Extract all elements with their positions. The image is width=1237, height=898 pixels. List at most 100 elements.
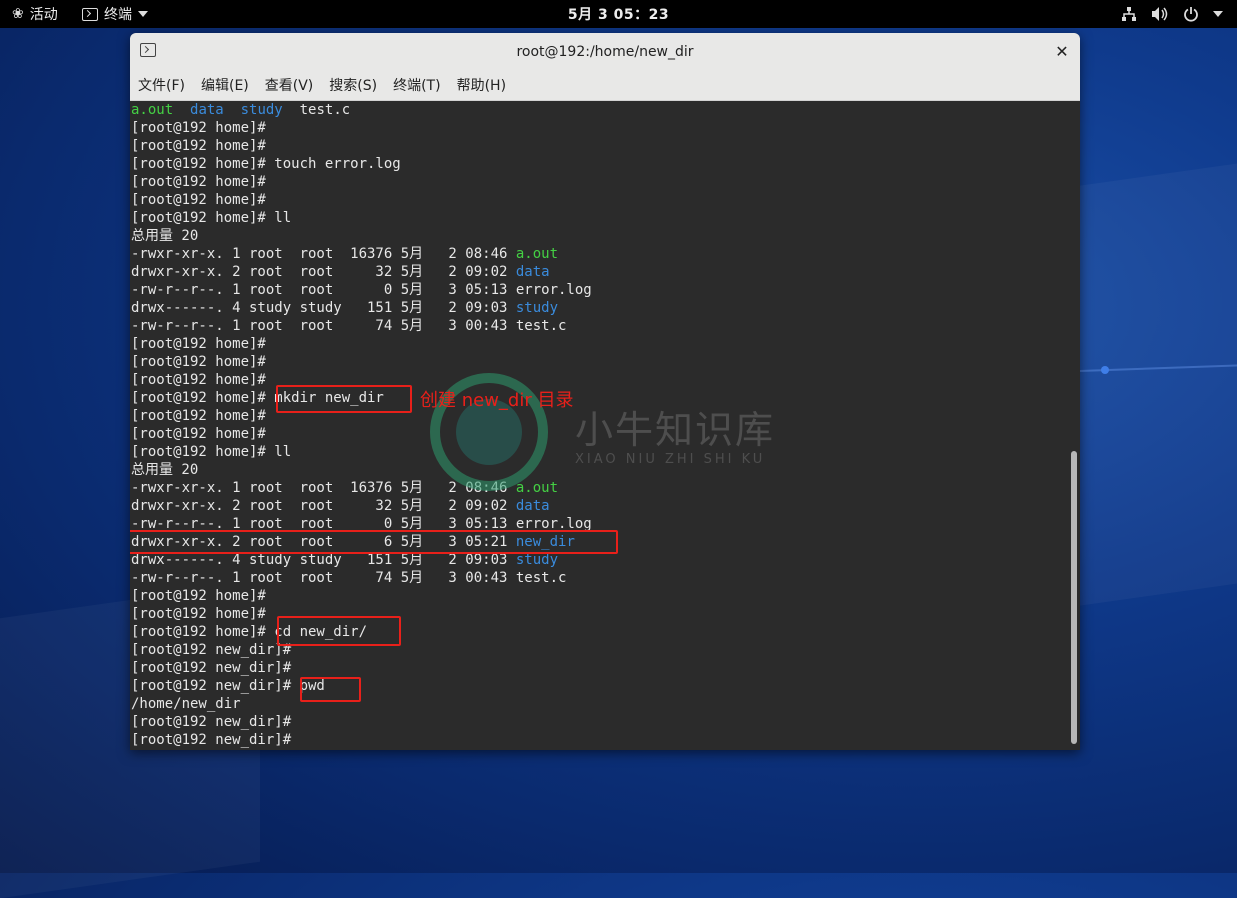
terminal-text: [root@192 new_dir]# xyxy=(131,660,292,676)
terminal-line: /home/new_dir xyxy=(131,695,241,713)
terminal-line: [root@192 home]# ll xyxy=(131,209,291,227)
terminal-text: study xyxy=(240,102,283,118)
terminal-line: [root@192 home]# xyxy=(131,407,266,425)
close-button[interactable]: ✕ xyxy=(1052,41,1072,61)
terminal-line: [root@192 new_dir]# pwd xyxy=(131,677,325,695)
terminal-line: [root@192 home]# xyxy=(131,173,266,191)
terminal-text: 总用量 20 xyxy=(131,462,199,478)
network-icon xyxy=(1122,7,1136,21)
system-tray[interactable] xyxy=(1121,0,1223,28)
terminal-line: [root@192 home]# xyxy=(131,335,266,353)
clock[interactable]: 5月 3 05：23 xyxy=(0,0,1237,28)
menu-item[interactable]: 文件(F) xyxy=(130,75,193,95)
watermark-text: 小牛知识库 xyxy=(575,408,776,452)
menu-item[interactable]: 帮助(H) xyxy=(449,75,514,95)
terminal-line: [root@192 home]# xyxy=(131,371,266,389)
terminal-text: data xyxy=(515,264,550,280)
terminal-line: -rw-r--r--. 1 root root 0 5月 3 05:13 err… xyxy=(131,281,592,299)
terminal-text: [root@192 home]# xyxy=(131,192,266,208)
terminal-line: -rwxr-xr-x. 1 root root 16376 5月 2 08:46… xyxy=(131,245,558,263)
terminal-text: [root@192 new_dir]# xyxy=(131,642,292,658)
terminal-text: [root@192 home]# touch error.log xyxy=(131,156,401,172)
terminal-line: [root@192 home]# touch error.log xyxy=(131,155,401,173)
scrollbar-thumb[interactable] xyxy=(1071,451,1077,744)
terminal-text: 总用量 20 xyxy=(131,228,199,244)
terminal-text: [root@192 home]# xyxy=(131,408,266,424)
title-bar[interactable]: root@192:/home/new_dir ✕ xyxy=(130,33,1080,71)
menu-item[interactable]: 编辑(E) xyxy=(193,75,257,95)
terminal-line: [root@192 home]# xyxy=(131,137,266,155)
terminal-text: [root@192 home]# xyxy=(131,336,266,352)
terminal-line: 总用量 20 xyxy=(131,461,198,479)
highlight-cd xyxy=(277,616,401,646)
terminal-text: -rw-r--r--. 1 root root 0 5月 3 05:13 err… xyxy=(131,282,592,298)
terminal-text: -rwxr-xr-x. 1 root root 16376 5月 2 08:46 xyxy=(131,246,516,262)
terminal-line: [root@192 new_dir]# xyxy=(131,659,291,677)
terminal-text: study xyxy=(515,552,559,568)
menu-bar: 文件(F) 编辑(E) 查看(V) 搜索(S) 终端(T) 帮助(H) xyxy=(130,70,1080,101)
terminal-text: test.c xyxy=(282,102,351,118)
terminal-line: [root@192 new_dir]# xyxy=(131,713,291,731)
highlight-pwd xyxy=(300,677,361,702)
annotation-mkdir: 创建 new_dir 目录 xyxy=(420,390,574,411)
terminal-text: [root@192 home]# xyxy=(131,372,266,388)
terminal-line: [root@192 home]# xyxy=(131,119,266,137)
terminal-text: [root@192 home]# xyxy=(131,120,266,136)
terminal-text: a.out xyxy=(131,102,174,118)
terminal-line: -rw-r--r--. 1 root root 74 5月 3 00:43 te… xyxy=(131,317,566,335)
terminal-text: a.out xyxy=(515,480,559,496)
terminal-window: root@192:/home/new_dir ✕ 文件(F) 编辑(E) 查看(V)… xyxy=(130,33,1080,750)
terminal-text: drwx------. 4 study study 151 5月 2 09:03 xyxy=(131,300,516,316)
terminal-text: [root@192 home]# ll xyxy=(131,210,292,226)
scrollbar[interactable] xyxy=(1068,101,1080,750)
terminal-line: [root@192 new_dir]# xyxy=(131,641,291,659)
terminal-line: [root@192 home]# xyxy=(131,353,266,371)
watermark-subtext: XIAO NIU ZHI SHI KU xyxy=(575,452,766,467)
terminal-text: /home/new_dir xyxy=(131,696,241,712)
menu-item[interactable]: 查看(V) xyxy=(257,75,322,95)
terminal-line: [root@192 home]# xyxy=(131,605,266,623)
terminal-text: drwx------. 4 study study 151 5月 2 09:03 xyxy=(131,552,516,568)
terminal-line: drwxr-xr-x. 2 root root 32 5月 2 09:02 da… xyxy=(131,497,550,515)
desktop-dot xyxy=(1101,366,1109,374)
terminal-text: [root@192 new_dir]# xyxy=(131,714,292,730)
terminal-text: -rw-r--r--. 1 root root 74 5月 3 00:43 te… xyxy=(131,570,567,586)
chevron-down-icon xyxy=(1213,11,1223,17)
terminal-line: -rw-r--r--. 1 root root 74 5月 3 00:43 te… xyxy=(131,569,566,587)
terminal-line: a.out data study test.c xyxy=(131,101,350,119)
terminal-text: [root@192 new_dir]# xyxy=(131,732,292,748)
clock-label: 5月 3 05：23 xyxy=(567,7,670,23)
terminal-line: [root@192 home]# xyxy=(131,191,266,209)
terminal-line: 总用量 20 xyxy=(131,227,198,245)
terminal-text: drwxr-xr-x. 2 root root 32 5月 2 09:02 xyxy=(131,498,516,514)
terminal-line: drwxr-xr-x. 2 root root 32 5月 2 09:02 da… xyxy=(131,263,550,281)
terminal-line: [root@192 home]# xyxy=(131,587,266,605)
terminal-text: [root@192 home]# ll xyxy=(131,444,292,460)
menu-item[interactable]: 终端(T) xyxy=(385,75,448,95)
menu-item[interactable]: 搜索(S) xyxy=(321,75,385,95)
terminal-text: a.out xyxy=(515,246,559,262)
terminal-text: [root@192 home]# xyxy=(131,174,266,190)
terminal-text: drwxr-xr-x. 2 root root 32 5月 2 09:02 xyxy=(131,264,516,280)
volume-icon xyxy=(1152,7,1168,21)
terminal-text: [root@192 new_dir]# pwd xyxy=(131,678,325,694)
highlight-new-dir-row xyxy=(130,530,618,554)
terminal-text: [root@192 home]# xyxy=(131,606,266,622)
terminal-text: [root@192 home]# xyxy=(131,354,266,370)
window-title: root@192:/home/new_dir xyxy=(516,43,694,60)
terminal-text: [root@192 home]# xyxy=(131,426,266,442)
close-icon: ✕ xyxy=(1055,41,1069,61)
terminal-text: study xyxy=(515,300,559,316)
highlight-mkdir xyxy=(276,385,412,413)
top-bar: ❀ 活动 终端 5月 3 05：23 xyxy=(0,0,1237,28)
terminal-line: [root@192 home]# xyxy=(131,425,266,443)
terminal-line: [root@192 new_dir]# xyxy=(131,731,291,749)
terminal-line: drwx------. 4 study study 151 5月 2 09:03… xyxy=(131,299,558,317)
power-icon xyxy=(1184,7,1198,22)
terminal-text: [root@192 home]# xyxy=(131,138,266,154)
terminal-text: data xyxy=(190,102,224,118)
terminal-line: [root@192 home]# ll xyxy=(131,443,291,461)
terminal-text: data xyxy=(515,498,550,514)
